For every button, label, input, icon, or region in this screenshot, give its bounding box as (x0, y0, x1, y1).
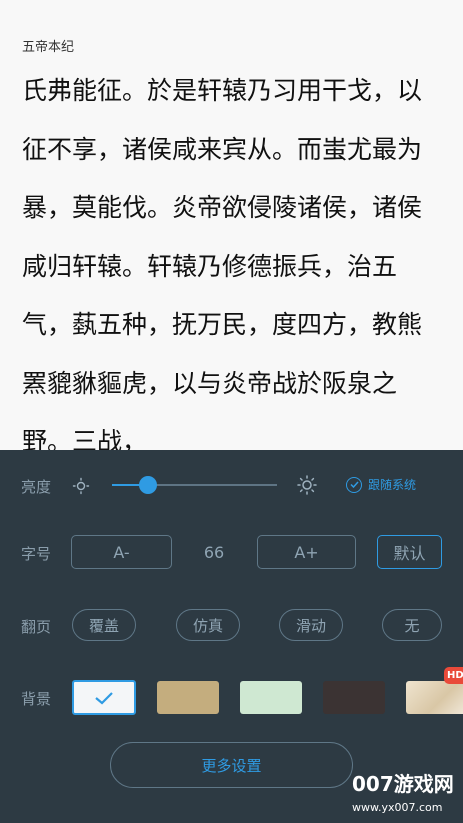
watermark-brand: 007游戏网 (352, 772, 454, 796)
page-turn-label: 翻页 (21, 618, 52, 636)
font-increase-button[interactable]: A+ (257, 535, 356, 569)
font-decrease-button[interactable]: A- (71, 535, 172, 569)
background-swatch-white[interactable] (72, 680, 136, 715)
page-turn-option-none[interactable]: 无 (382, 609, 442, 641)
hd-badge: HD (444, 667, 463, 684)
brightness-label: 亮度 (21, 478, 52, 496)
background-swatch-dark[interactable] (323, 681, 385, 714)
follow-system-toggle[interactable]: 跟随系统 (346, 476, 416, 493)
background-label: 背景 (21, 690, 52, 708)
chapter-title: 五帝本纪 (22, 40, 75, 55)
checkmark-icon (95, 691, 113, 704)
site-watermark: 007游戏网 www.yx007.com (352, 773, 463, 823)
brightness-high-icon (297, 475, 317, 495)
page-turn-option-cover[interactable]: 覆盖 (72, 609, 136, 641)
reading-text: 氏弗能征。於是轩辕乃习用干戈，以征不享，诸侯咸来宾从。而蚩尤最为暴，莫能伐。炎帝… (22, 76, 423, 450)
font-size-value: 66 (203, 543, 225, 562)
more-settings-button[interactable]: 更多设置 (110, 742, 353, 788)
background-swatch-paper-texture[interactable] (406, 681, 463, 714)
background-swatch-parchment[interactable] (157, 681, 219, 714)
check-circle-icon (346, 476, 362, 493)
background-swatch-green[interactable] (240, 681, 302, 714)
watermark-url: www.yx007.com (352, 801, 443, 814)
font-size-label: 字号 (21, 545, 52, 563)
font-default-button[interactable]: 默认 (377, 535, 442, 569)
follow-system-label: 跟随系统 (368, 478, 417, 492)
page-turn-option-simulate[interactable]: 仿真 (176, 609, 240, 641)
page-turn-option-slide[interactable]: 滑动 (279, 609, 343, 641)
reader-page: 五帝本纪 氏弗能征。於是轩辕乃习用干戈，以征不享，诸侯咸来宾从。而蚩尤最为暴，莫… (0, 0, 463, 450)
brightness-low-icon (72, 477, 90, 495)
